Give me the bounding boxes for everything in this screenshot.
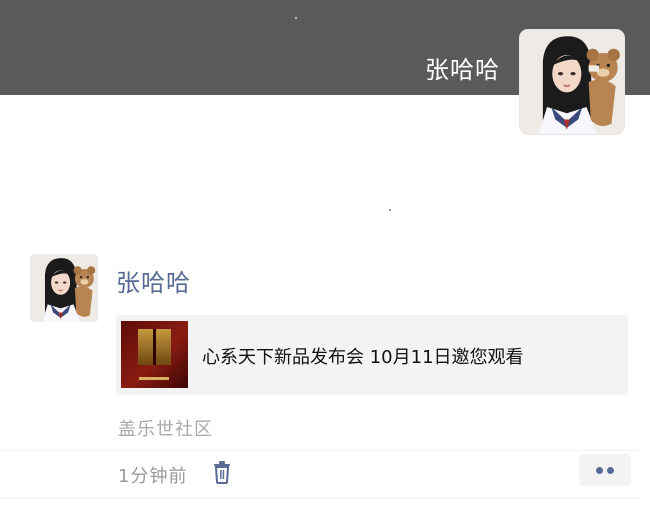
divider <box>0 450 640 451</box>
decorative-dot <box>295 17 297 19</box>
trash-icon[interactable] <box>212 460 232 484</box>
post-author-name[interactable]: 张哈哈 <box>116 263 191 298</box>
post-author-avatar[interactable] <box>30 254 98 322</box>
post-timestamp: 1分钟前 <box>118 466 188 487</box>
girl-with-bear-avatar-image <box>30 254 98 322</box>
decorative-dot <box>389 209 391 211</box>
shared-link-card[interactable]: 心系天下新品发布会 10月11日邀您观看 <box>116 315 628 395</box>
profile-user-name: 张哈哈 <box>425 56 500 84</box>
divider <box>0 498 640 499</box>
product-launch-thumbnail <box>121 321 188 388</box>
profile-avatar[interactable] <box>520 30 624 134</box>
post-source[interactable]: 盖乐世社区 <box>118 415 213 441</box>
more-dots-icon[interactable] <box>579 454 631 486</box>
shared-link-title: 心系天下新品发布会 10月11日邀您观看 <box>202 347 524 368</box>
girl-with-bear-avatar-image <box>520 30 624 134</box>
